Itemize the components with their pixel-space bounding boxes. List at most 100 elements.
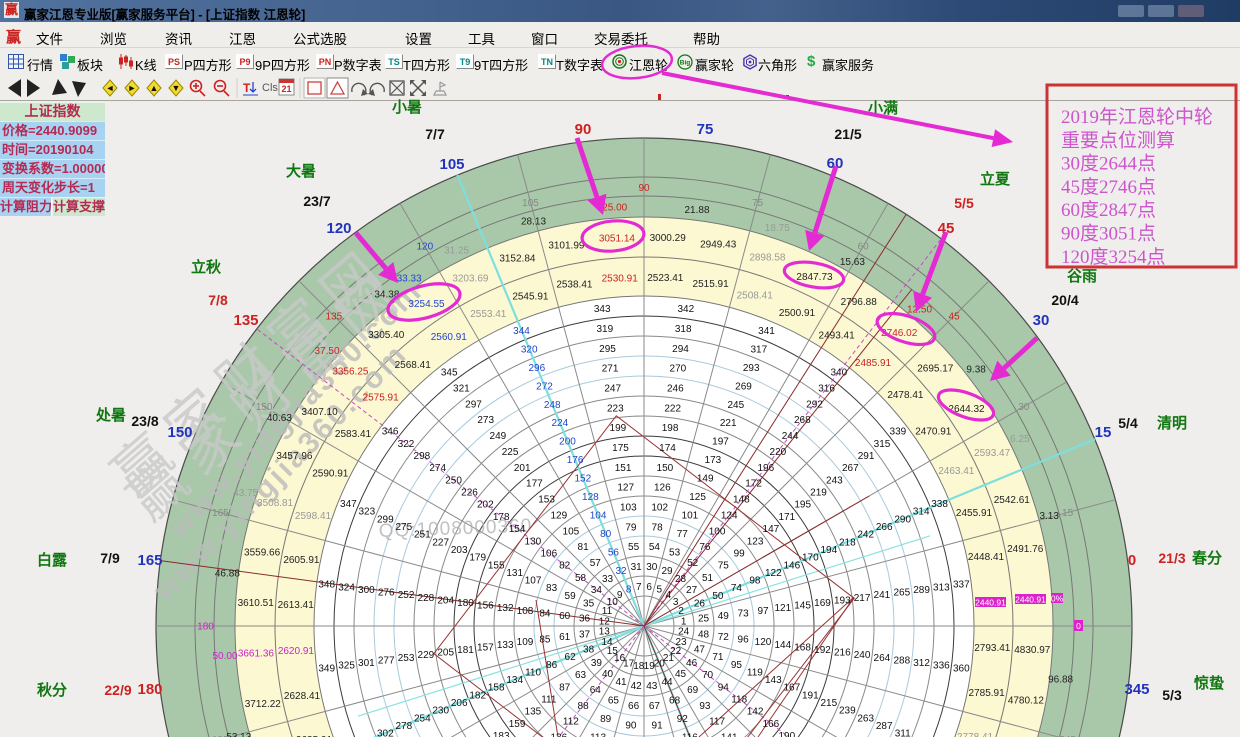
- svg-text:22/9: 22/9: [104, 682, 131, 698]
- svg-text:241: 241: [874, 590, 891, 601]
- svg-text:白露: 白露: [37, 551, 68, 569]
- svg-text:316: 316: [818, 384, 835, 395]
- svg-text:92: 92: [677, 714, 689, 725]
- svg-text:270: 270: [670, 364, 687, 375]
- svg-text:121: 121: [774, 603, 791, 614]
- svg-text:58: 58: [575, 573, 587, 584]
- svg-text:203: 203: [451, 545, 468, 556]
- svg-text:24: 24: [678, 627, 690, 638]
- svg-text:52: 52: [687, 558, 699, 569]
- svg-text:264: 264: [874, 653, 891, 664]
- svg-text:72: 72: [718, 632, 730, 643]
- svg-text:3: 3: [673, 597, 679, 608]
- svg-text:2593.47: 2593.47: [974, 448, 1011, 459]
- svg-text:59: 59: [565, 591, 577, 602]
- svg-text:53.13: 53.13: [226, 732, 251, 737]
- svg-text:103: 103: [620, 503, 637, 514]
- svg-text:75: 75: [697, 121, 714, 138]
- svg-text:2590.91: 2590.91: [312, 469, 349, 480]
- svg-text:146: 146: [783, 560, 800, 571]
- svg-text:251: 251: [414, 530, 431, 541]
- svg-text:12: 12: [599, 616, 611, 627]
- svg-text:116: 116: [682, 732, 698, 737]
- svg-text:85: 85: [539, 635, 551, 646]
- svg-text:191: 191: [802, 690, 819, 701]
- svg-text:196: 196: [757, 463, 774, 474]
- svg-text:154: 154: [509, 524, 526, 535]
- svg-text:150: 150: [167, 424, 192, 441]
- svg-text:130: 130: [525, 536, 542, 547]
- svg-text:60: 60: [559, 611, 571, 622]
- svg-text:127: 127: [617, 483, 634, 494]
- svg-text:223: 223: [607, 403, 624, 414]
- svg-text:90度3051点: 90度3051点: [1061, 223, 1156, 245]
- svg-text:27: 27: [686, 585, 698, 596]
- svg-text:44: 44: [661, 677, 673, 688]
- svg-text:21.88: 21.88: [684, 205, 709, 216]
- svg-text:82: 82: [559, 561, 571, 572]
- svg-text:8: 8: [626, 585, 632, 596]
- svg-text:2440.91: 2440.91: [975, 598, 1006, 608]
- svg-text:3661.36: 3661.36: [238, 649, 275, 660]
- svg-text:86: 86: [546, 660, 558, 671]
- svg-text:2019年江恩轮中轮: 2019年江恩轮中轮: [1061, 106, 1213, 128]
- svg-text:177: 177: [526, 479, 543, 490]
- svg-text:249: 249: [490, 431, 507, 442]
- svg-text:314: 314: [913, 507, 930, 518]
- svg-text:110: 110: [525, 667, 541, 678]
- svg-text:64: 64: [590, 685, 602, 696]
- svg-text:179: 179: [469, 553, 486, 564]
- svg-text:50.00: 50.00: [212, 651, 237, 662]
- svg-text:142: 142: [747, 707, 764, 718]
- svg-text:133: 133: [497, 640, 514, 651]
- svg-text:104: 104: [590, 511, 607, 522]
- svg-text:2785.91: 2785.91: [969, 688, 1006, 699]
- svg-text:181: 181: [457, 645, 474, 656]
- svg-text:2575.91: 2575.91: [363, 393, 400, 404]
- svg-text:126: 126: [654, 483, 671, 494]
- svg-text:349: 349: [318, 663, 335, 674]
- svg-text:91: 91: [652, 721, 664, 732]
- svg-text:0: 0: [1128, 552, 1136, 569]
- svg-text:0: 0: [1076, 621, 1081, 631]
- svg-text:97: 97: [757, 606, 769, 617]
- svg-text:204: 204: [437, 595, 454, 606]
- svg-text:290: 290: [894, 514, 911, 525]
- svg-text:222: 222: [664, 403, 681, 414]
- svg-text:169: 169: [814, 598, 831, 609]
- svg-text:148: 148: [733, 495, 750, 506]
- svg-text:2515.91: 2515.91: [693, 279, 730, 290]
- svg-text:221: 221: [720, 418, 737, 429]
- svg-text:57: 57: [590, 558, 602, 569]
- svg-text:96.88: 96.88: [1048, 675, 1073, 686]
- svg-text:128: 128: [582, 492, 599, 503]
- svg-text:180: 180: [457, 598, 474, 609]
- svg-text:274: 274: [429, 463, 446, 474]
- svg-text:301: 301: [358, 658, 375, 669]
- svg-text:69: 69: [687, 685, 699, 696]
- svg-text:3254.55: 3254.55: [408, 299, 445, 310]
- svg-text:220: 220: [770, 447, 787, 458]
- svg-text:37: 37: [579, 629, 591, 640]
- svg-text:120度3254点: 120度3254点: [1061, 246, 1166, 268]
- svg-text:2598.41: 2598.41: [295, 511, 332, 522]
- svg-text:96: 96: [738, 635, 750, 646]
- svg-text:81: 81: [578, 542, 590, 553]
- svg-text:84: 84: [539, 608, 551, 619]
- svg-text:206: 206: [451, 698, 468, 709]
- svg-text:340: 340: [830, 368, 847, 379]
- svg-text:344: 344: [513, 326, 530, 337]
- svg-text:76: 76: [699, 542, 711, 553]
- svg-text:32: 32: [615, 566, 627, 577]
- svg-text:3508.81: 3508.81: [257, 498, 294, 509]
- svg-text:245: 245: [727, 400, 744, 411]
- svg-text:136: 136: [550, 733, 567, 737]
- svg-text:3101.99: 3101.99: [548, 240, 585, 251]
- svg-text:40: 40: [602, 669, 614, 680]
- svg-text:228: 228: [418, 593, 435, 604]
- svg-text:9.38: 9.38: [966, 364, 986, 375]
- svg-text:113: 113: [590, 732, 606, 737]
- svg-text:143: 143: [765, 675, 782, 686]
- svg-text:289: 289: [913, 585, 930, 596]
- svg-text:35: 35: [583, 599, 595, 610]
